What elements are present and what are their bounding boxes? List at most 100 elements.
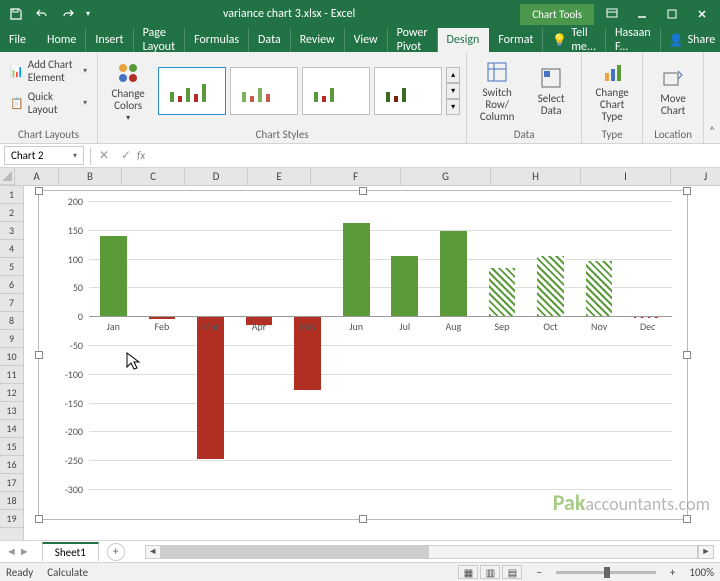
- resize-handle[interactable]: [683, 187, 691, 195]
- row-header[interactable]: 5: [0, 258, 23, 276]
- resize-handle[interactable]: [35, 351, 43, 359]
- row-header[interactable]: 11: [0, 366, 23, 384]
- horizontal-scrollbar[interactable]: ◄ ►: [145, 545, 714, 559]
- change-colors-button[interactable]: Change Colors▾: [104, 58, 152, 125]
- scroll-right-icon[interactable]: ►: [698, 545, 714, 559]
- col-header-F[interactable]: F: [311, 168, 401, 185]
- add-sheet-button[interactable]: +: [107, 543, 125, 561]
- zoom-out-icon[interactable]: −: [536, 566, 541, 579]
- name-box[interactable]: Chart 2▾: [4, 146, 84, 165]
- select-data-button[interactable]: Select Data: [527, 63, 575, 119]
- row-header[interactable]: 13: [0, 402, 23, 420]
- cells-area[interactable]: -300-250-200-150-100-50050100150200JanFe…: [24, 186, 720, 540]
- row-header[interactable]: 4: [0, 240, 23, 258]
- ribbon-options-icon[interactable]: [598, 3, 626, 25]
- cancel-formula-icon[interactable]: ✕: [93, 146, 115, 166]
- tab-view[interactable]: View: [345, 28, 388, 52]
- row-header[interactable]: 2: [0, 204, 23, 222]
- sheet-tab-sheet1[interactable]: Sheet1: [42, 542, 99, 561]
- chart-style-2[interactable]: [230, 67, 298, 115]
- chart-bar[interactable]: [343, 223, 370, 316]
- tab-data[interactable]: Data: [249, 28, 291, 52]
- row-header[interactable]: 14: [0, 420, 23, 438]
- quick-layout-button[interactable]: 📋Quick Layout▾: [6, 88, 91, 118]
- plot-area[interactable]: -300-250-200-150-100-50050100150200JanFe…: [89, 201, 672, 489]
- chart-style-3[interactable]: [302, 67, 370, 115]
- col-header-E[interactable]: E: [248, 168, 311, 185]
- tab-file[interactable]: File: [0, 28, 38, 52]
- resize-handle[interactable]: [35, 515, 43, 523]
- scroll-thumb[interactable]: [162, 546, 430, 558]
- row-header[interactable]: 16: [0, 456, 23, 474]
- minimize-icon[interactable]: [628, 3, 656, 25]
- row-header[interactable]: 15: [0, 438, 23, 456]
- maximize-icon[interactable]: [658, 3, 686, 25]
- page-layout-view-icon[interactable]: ▥: [480, 565, 500, 579]
- collapse-ribbon-icon[interactable]: ˄: [704, 52, 720, 143]
- save-icon[interactable]: [4, 3, 28, 25]
- tab-design[interactable]: Design: [438, 28, 490, 52]
- row-header[interactable]: 18: [0, 492, 23, 510]
- row-header[interactable]: 19: [0, 510, 23, 528]
- col-header-J[interactable]: J: [671, 168, 720, 185]
- tell-me-search[interactable]: 💡Tell me...: [543, 28, 606, 52]
- gallery-down-icon[interactable]: ▾: [446, 83, 460, 99]
- sheet-nav-next-icon[interactable]: ►: [19, 545, 30, 558]
- chart-style-1[interactable]: [158, 67, 226, 115]
- gallery-more-icon[interactable]: ▾: [446, 99, 460, 115]
- redo-icon[interactable]: [56, 3, 80, 25]
- user-account[interactable]: Hasaan F...: [606, 28, 661, 52]
- select-all-triangle[interactable]: [0, 168, 15, 185]
- tab-format[interactable]: Format: [489, 28, 543, 52]
- tab-formulas[interactable]: Formulas: [185, 28, 249, 52]
- zoom-in-icon[interactable]: +: [670, 566, 675, 579]
- row-header[interactable]: 8: [0, 312, 23, 330]
- row-header[interactable]: 10: [0, 348, 23, 366]
- formula-input[interactable]: [151, 147, 720, 164]
- resize-handle[interactable]: [359, 515, 367, 523]
- zoom-slider[interactable]: [556, 571, 656, 574]
- qat-dropdown-icon[interactable]: ▾: [82, 3, 94, 25]
- col-header-D[interactable]: D: [185, 168, 248, 185]
- row-header[interactable]: 9: [0, 330, 23, 348]
- fx-icon[interactable]: fx: [137, 149, 145, 162]
- tab-page-layout[interactable]: Page Layout: [134, 28, 186, 52]
- tab-insert[interactable]: Insert: [86, 28, 133, 52]
- resize-handle[interactable]: [35, 187, 43, 195]
- col-header-H[interactable]: H: [491, 168, 581, 185]
- col-header-B[interactable]: B: [59, 168, 122, 185]
- row-header[interactable]: 6: [0, 276, 23, 294]
- scroll-track[interactable]: [161, 545, 698, 559]
- chart-bar[interactable]: [537, 256, 564, 316]
- enter-formula-icon[interactable]: ✓: [115, 146, 137, 166]
- gallery-up-icon[interactable]: ▴: [446, 67, 460, 83]
- row-header[interactable]: 12: [0, 384, 23, 402]
- embedded-chart[interactable]: -300-250-200-150-100-50050100150200JanFe…: [38, 190, 688, 520]
- close-icon[interactable]: [688, 3, 716, 25]
- chart-bar[interactable]: [440, 231, 467, 316]
- zoom-level[interactable]: 100%: [689, 566, 714, 579]
- row-header[interactable]: 17: [0, 474, 23, 492]
- sheet-nav-prev-icon[interactable]: ◄: [6, 545, 17, 558]
- switch-row-column-button[interactable]: Switch Row/ Column: [473, 57, 521, 125]
- row-header[interactable]: 7: [0, 294, 23, 312]
- col-header-G[interactable]: G: [401, 168, 491, 185]
- chart-bar[interactable]: [391, 256, 418, 316]
- scroll-left-icon[interactable]: ◄: [145, 545, 161, 559]
- share-button[interactable]: 👤Share: [661, 28, 720, 52]
- row-header[interactable]: 3: [0, 222, 23, 240]
- move-chart-button[interactable]: Move Chart: [649, 63, 697, 119]
- resize-handle[interactable]: [683, 351, 691, 359]
- col-header-I[interactable]: I: [581, 168, 671, 185]
- row-header[interactable]: 1: [0, 186, 23, 204]
- tab-review[interactable]: Review: [291, 28, 345, 52]
- col-header-C[interactable]: C: [122, 168, 185, 185]
- chart-bar[interactable]: [197, 316, 224, 459]
- resize-handle[interactable]: [683, 515, 691, 523]
- chart-style-4[interactable]: [374, 67, 442, 115]
- tab-power-pivot[interactable]: Power Pivot: [388, 28, 438, 52]
- col-header-A[interactable]: A: [15, 168, 59, 185]
- add-chart-element-button[interactable]: 📊Add Chart Element▾: [6, 56, 91, 86]
- chart-bar[interactable]: [586, 261, 613, 316]
- undo-icon[interactable]: [30, 3, 54, 25]
